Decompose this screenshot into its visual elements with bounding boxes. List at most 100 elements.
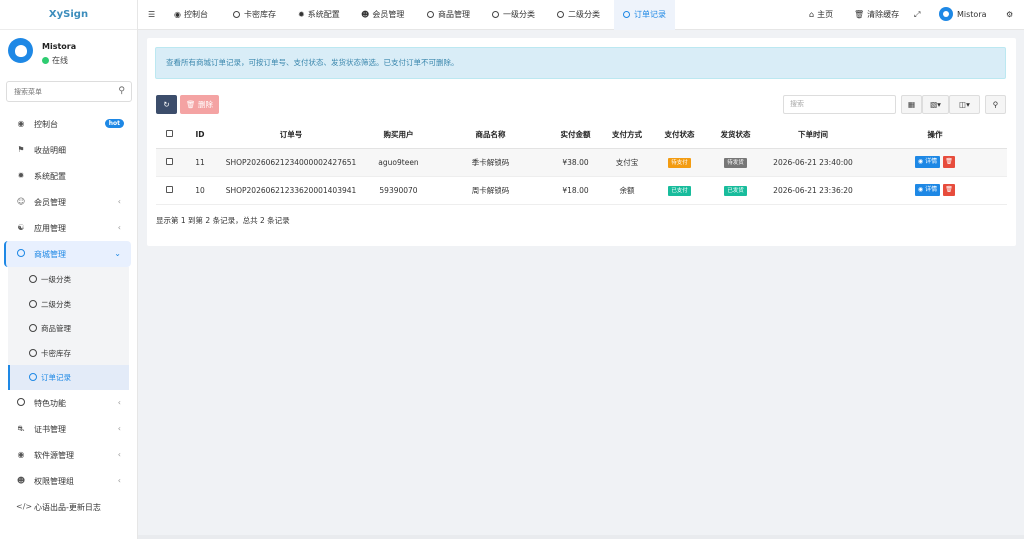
- flag-icon: ⚑: [17, 145, 25, 154]
- table-search-input[interactable]: 搜索: [783, 95, 896, 114]
- col-header: 操作: [863, 122, 1007, 149]
- clear-cache-button[interactable]: 🗑 清除缓存: [854, 0, 899, 30]
- circle-icon: [16, 249, 26, 259]
- sidebar-item-features[interactable]: 特色功能 ‹: [0, 390, 137, 416]
- col-header[interactable]: 支付状态: [651, 122, 708, 149]
- sidebar-item-changelog[interactable]: </> 心语出品-更新日志: [0, 494, 137, 520]
- sidebar-item-income[interactable]: ⚑ 收益明细: [0, 137, 137, 163]
- cell-order-no: SHOP20260621233620001403941: [218, 176, 364, 205]
- delete-button[interactable]: 🗑 删除: [180, 95, 219, 114]
- col-header[interactable]: 支付方式: [603, 122, 651, 149]
- trash-icon: 🗑: [854, 10, 865, 19]
- circle-icon: [427, 11, 434, 18]
- sidebar-subitem-card-stock[interactable]: 卡密库存: [8, 341, 129, 366]
- user-circle-icon: ☺: [16, 197, 26, 206]
- sidebar-subitem-label: 二级分类: [41, 299, 71, 309]
- menu-search[interactable]: ⚲: [6, 81, 132, 102]
- table-row[interactable]: 11 SHOP20260621234000002427651 aguo9teen…: [156, 148, 1007, 177]
- cell-pay-method: 支付宝: [603, 148, 651, 177]
- tab-members[interactable]: ☻ 会员管理: [361, 0, 404, 30]
- user-menu[interactable]: Mistora: [939, 0, 987, 30]
- circle-icon: [29, 299, 37, 308]
- sidebar-subitem-category1[interactable]: 一级分类: [8, 267, 129, 292]
- online-dot-icon: [42, 57, 49, 64]
- fullscreen-icon[interactable]: ⤢: [914, 0, 920, 30]
- tab-system-config[interactable]: ✹ 系统配置: [298, 0, 340, 30]
- sidebar-menu: ◉ 控制台 hot ⚑ 收益明细 ✹ 系统配置 ☺ 会员管理 ‹ ☯ 应用管理 …: [0, 111, 137, 520]
- export-icon: ◫▾: [959, 100, 970, 109]
- col-header[interactable]: 发货状态: [708, 122, 763, 149]
- home-link[interactable]: ⌂ 主页: [809, 0, 833, 30]
- card-view-icon: ▦: [907, 100, 916, 109]
- columns-icon: ▧▾: [930, 100, 941, 109]
- sidebar-subitem-label: 一级分类: [41, 275, 71, 284]
- sidebar-item-label: 控制台: [34, 120, 58, 129]
- pay-status-badge: 已支付: [668, 185, 691, 196]
- app-logo[interactable]: XySign: [0, 0, 137, 30]
- ship-status-badge: 待发货: [724, 157, 747, 168]
- advanced-search-button[interactable]: ⚲: [985, 95, 1006, 114]
- cell-id: 11: [182, 148, 218, 177]
- detail-button[interactable]: ◉ 详情: [914, 156, 941, 168]
- export-button[interactable]: ◫▾: [949, 95, 980, 114]
- settings-gear-icon[interactable]: ⚙: [1006, 0, 1013, 30]
- select-all-checkbox[interactable]: [156, 122, 182, 149]
- sidebar-item-members[interactable]: ☺ 会员管理 ‹: [0, 189, 137, 215]
- chevron-left-icon: ‹: [117, 449, 121, 459]
- group-icon: ☻: [361, 10, 370, 19]
- delete-row-button[interactable]: 🗑: [943, 184, 956, 196]
- sidebar-item-dashboard[interactable]: ◉ 控制台 hot: [0, 111, 137, 137]
- tab-category1[interactable]: 一级分类: [492, 0, 535, 30]
- car-icon: ⛐: [17, 423, 25, 433]
- sidebar-subitem-label: 订单记录: [41, 373, 71, 382]
- delete-row-button[interactable]: 🗑: [943, 156, 956, 168]
- sidebar-subitem-orders[interactable]: 订单记录: [8, 365, 129, 390]
- sidebar-item-shop[interactable]: 商城管理 ⌄: [4, 241, 131, 267]
- col-header[interactable]: 下单时间: [763, 122, 863, 149]
- refresh-button[interactable]: ↻: [156, 95, 177, 114]
- table-row[interactable]: 10 SHOP20260621233620001403941 59390070 …: [156, 176, 1007, 205]
- col-header[interactable]: 商品名称: [433, 122, 548, 149]
- hot-badge: hot: [104, 119, 124, 128]
- sidebar-subitem-category2[interactable]: 二级分类: [8, 292, 129, 317]
- cell-amount: ¥38.00: [548, 148, 603, 177]
- sidebar-item-label: 证书管理: [34, 424, 66, 434]
- detail-button[interactable]: ◉ 详情: [914, 184, 941, 196]
- tab-dashboard[interactable]: ◉ 控制台: [174, 0, 208, 30]
- sidebar-subitem-label: 商品管理: [41, 324, 71, 333]
- col-header[interactable]: 订单号: [218, 122, 364, 149]
- sidebar-item-system[interactable]: ✹ 系统配置: [0, 163, 137, 189]
- columns-button[interactable]: ▧▾: [922, 95, 949, 114]
- cell-user: aguo9teen: [364, 148, 433, 177]
- toggle-view-button[interactable]: ▦: [901, 95, 922, 114]
- menu-toggle-icon[interactable]: ☰: [148, 0, 155, 30]
- tab-orders[interactable]: 订单记录: [614, 0, 675, 30]
- sidebar-subitem-label: 卡密库存: [41, 348, 71, 358]
- sidebar-item-sources[interactable]: ◉ 软件源管理 ‹: [0, 442, 137, 468]
- sidebar-item-certs[interactable]: ⛐ 证书管理 ‹: [0, 416, 137, 442]
- chevron-left-icon: ‹: [117, 423, 121, 433]
- tab-card-stock[interactable]: 卡密库存: [233, 0, 276, 30]
- tab-category2[interactable]: 二级分类: [557, 0, 600, 30]
- sidebar-subitem-products[interactable]: 商品管理: [8, 316, 129, 341]
- chevron-down-icon: ⌄: [114, 249, 121, 258]
- orders-panel: 查看所有商城订单记录，可按订单号、支付状态、发货状态筛选。已支付订单不可删除。 …: [147, 38, 1016, 246]
- sidebar-item-apps[interactable]: ☯ 应用管理 ‹: [0, 215, 137, 241]
- ship-status-badge: 已发货: [724, 185, 747, 196]
- group-icon: ☻: [16, 475, 26, 485]
- row-checkbox[interactable]: [156, 148, 182, 177]
- circle-icon: [29, 348, 37, 357]
- col-header[interactable]: 购买用户: [364, 122, 433, 149]
- avatar: [8, 38, 33, 63]
- sidebar-item-label: 权限管理组: [34, 476, 74, 486]
- col-header[interactable]: 实付金额: [548, 122, 603, 149]
- sidebar-item-permissions[interactable]: ☻ 权限管理组 ‹: [0, 468, 137, 494]
- row-checkbox[interactable]: [156, 176, 182, 205]
- search-icon[interactable]: ⚲: [118, 86, 125, 96]
- shop-submenu: 一级分类 二级分类 商品管理 卡密库存 订单记录: [8, 267, 129, 390]
- tab-products[interactable]: 商品管理: [427, 0, 470, 30]
- menu-search-input[interactable]: [7, 82, 107, 101]
- sidebar-item-label: 商城管理: [34, 250, 66, 259]
- col-header[interactable]: ID: [182, 122, 218, 149]
- cell-order-no: SHOP20260621234000002427651: [218, 148, 364, 177]
